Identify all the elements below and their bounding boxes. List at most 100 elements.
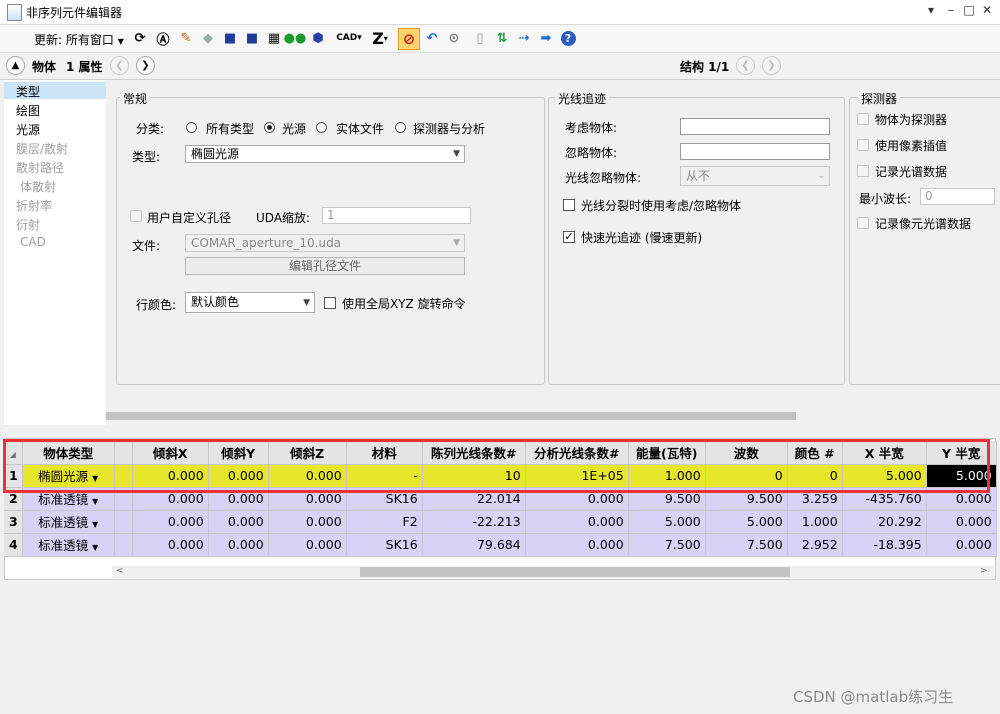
min-wave-input[interactable]: 0 — [920, 188, 995, 205]
type-select[interactable]: 椭圆光源 ▼ — [185, 145, 465, 163]
row-number[interactable]: 3 — [4, 510, 23, 534]
cube-icon[interactable]: ■ — [242, 28, 262, 48]
layout-rays-cell[interactable]: -22.213 — [422, 510, 526, 534]
nav-item-diffraction[interactable]: 衍射 — [16, 216, 40, 233]
tilt-x-cell[interactable]: 0.000 — [132, 533, 209, 557]
fast-trace-checkbox[interactable]: ✓ — [563, 231, 575, 243]
pixel-interp-checkbox[interactable] — [857, 139, 869, 151]
tilt-y-cell[interactable]: 0.000 — [208, 510, 269, 534]
analysis-rays-cell[interactable]: 0.000 — [525, 510, 629, 534]
y-half-width-cell[interactable]: 0.000 — [926, 533, 997, 557]
radio-solid-file[interactable] — [316, 122, 327, 133]
tilt-z-cell[interactable]: 0.000 — [268, 533, 347, 557]
next-structure-button[interactable]: ❯ — [762, 56, 781, 75]
power-cell[interactable]: 7.500 — [628, 533, 706, 557]
nav-item-cad[interactable]: CAD — [20, 235, 46, 249]
tilt-x-cell[interactable]: 0.000 — [132, 510, 209, 534]
converge-icon[interactable]: ⇢ — [514, 28, 534, 48]
nav-item-type[interactable]: 类型 — [16, 83, 40, 100]
is-detector-checkbox[interactable] — [857, 113, 869, 125]
close-icon[interactable]: ✕ — [978, 3, 996, 17]
table-row[interactable]: 4 标准透镜 ▼ 0.000 0.000 0.000 SK16 79.684 0… — [4, 533, 997, 557]
user-aperture-checkbox[interactable] — [130, 210, 142, 222]
ray-ignore-select[interactable]: 从不 ⌄ — [680, 166, 830, 186]
menu-down-icon[interactable]: ▾ — [922, 3, 940, 17]
wavenumber-cell[interactable]: 7.500 — [705, 533, 788, 557]
spheres-icon[interactable]: ●● — [284, 28, 307, 48]
grid-scrollbar-thumb[interactable] — [360, 567, 790, 577]
nav-item-coating[interactable]: 膜层/散射 — [16, 140, 68, 157]
spectral-checkbox[interactable] — [857, 165, 869, 177]
tilt-y-cell[interactable]: 0.000 — [208, 533, 269, 557]
material-cell[interactable]: F2 — [346, 510, 423, 534]
color-cell[interactable]: 2.952 — [787, 533, 843, 557]
file-select[interactable]: COMAR_aperture_10.uda ▼ — [185, 234, 465, 252]
collapse-button[interactable]: ▲ — [6, 56, 25, 75]
reload-all-icon[interactable]: Ⓐ — [153, 28, 173, 48]
panel-scrollbar-thumb[interactable] — [106, 412, 796, 420]
rotate-icon[interactable]: ↶ — [422, 28, 442, 48]
swap-icon[interactable]: ⇅ — [492, 28, 512, 48]
refresh-icon[interactable]: ⟳ — [130, 28, 150, 48]
nav-item-index[interactable]: 折射率 — [16, 197, 52, 214]
layout-pen-icon[interactable]: ✎ — [176, 28, 196, 48]
maximize-icon[interactable]: □ — [960, 3, 978, 17]
prev-structure-button[interactable]: ❮ — [736, 56, 755, 75]
nav-item-scatter-path[interactable]: 散射路径 — [16, 159, 64, 176]
z-menu[interactable]: Z ▾ — [368, 28, 392, 48]
consider-input[interactable] — [680, 118, 830, 135]
material-cell[interactable]: SK16 — [346, 533, 423, 557]
grid-icon[interactable]: ▦ — [264, 28, 284, 48]
global-xyz-checkbox[interactable] — [324, 297, 336, 309]
chevron-right-icon[interactable]: > — [980, 566, 988, 576]
radio-source[interactable] — [264, 122, 275, 133]
table-row[interactable]: 3 标准透镜 ▼ 0.000 0.000 0.000 F2 -22.213 0.… — [4, 510, 997, 534]
shaded-model-icon[interactable]: ■ — [220, 28, 240, 48]
tilt-z-cell[interactable]: 0.000 — [268, 510, 347, 534]
object-type-cell[interactable]: 标准透镜 ▼ — [22, 533, 115, 557]
minimize-icon[interactable]: – — [942, 3, 960, 17]
help-icon[interactable]: ? — [558, 28, 578, 48]
toggle-icon[interactable]: ⊙ — [444, 28, 464, 48]
split-checkbox[interactable] — [563, 199, 575, 211]
row-color-select[interactable]: 默认颜色 ▼ — [185, 292, 315, 313]
radio-detector[interactable] — [395, 122, 406, 133]
ignore-input[interactable] — [680, 143, 830, 160]
polygon-icon[interactable]: ⬢ — [308, 28, 328, 48]
layout-rays-cell[interactable]: 79.684 — [422, 533, 526, 557]
pixel-spectral-checkbox[interactable] — [857, 217, 869, 229]
color-cell[interactable]: 1.000 — [787, 510, 843, 534]
chevron-down-icon[interactable]: ▼ — [92, 497, 98, 506]
chevron-down-icon[interactable]: ▼ — [92, 543, 98, 552]
chevron-left-icon[interactable]: < — [116, 566, 124, 576]
object-type-cell[interactable]: 标准透镜 ▼ — [22, 510, 115, 534]
uda-scale-input[interactable]: 1 — [322, 207, 471, 224]
nav-item-source[interactable]: 光源 — [16, 121, 40, 138]
wavenumber-cell[interactable]: 5.000 — [705, 510, 788, 534]
update-selector[interactable]: 更新: 所有窗口 ▼ — [34, 31, 124, 48]
is-detector-label: 物体为探测器 — [875, 113, 948, 127]
x-half-width-cell[interactable]: 20.292 — [842, 510, 927, 534]
solid-model-icon[interactable]: ◆ — [198, 28, 218, 48]
next-property-button[interactable]: ❯ — [136, 56, 155, 75]
arrow-right-icon[interactable]: ➡ — [536, 28, 556, 48]
grid-scrollbar[interactable]: < > — [112, 566, 994, 578]
chevron-down-icon[interactable]: ▼ — [92, 520, 98, 529]
power-cell[interactable]: 5.000 — [628, 510, 706, 534]
x-half-width-cell[interactable]: -18.395 — [842, 533, 927, 557]
cad-menu[interactable]: CAD ▾ — [334, 28, 364, 48]
edit-aperture-button[interactable]: 编辑孔径文件 — [185, 257, 465, 275]
global-xyz-label: 使用全局XYZ 旋转命令 — [342, 297, 466, 311]
no-entry-icon[interactable]: ⊘ — [398, 28, 420, 50]
y-half-width-cell[interactable]: 0.000 — [926, 510, 997, 534]
min-wave-label: 最小波长: — [859, 192, 912, 206]
row-number[interactable]: 4 — [4, 533, 23, 557]
panel-scrollbar[interactable] — [106, 410, 1000, 422]
nav-item-volume-scatter[interactable]: 体散射 — [20, 178, 56, 195]
analysis-rays-cell[interactable]: 0.000 — [525, 533, 629, 557]
document-icon[interactable]: ▯ — [470, 28, 490, 48]
type-label: 类型: — [132, 150, 161, 164]
nav-item-draw[interactable]: 绘图 — [16, 102, 40, 119]
prev-property-button[interactable]: ❮ — [110, 56, 129, 75]
radio-all-types[interactable] — [186, 122, 197, 133]
